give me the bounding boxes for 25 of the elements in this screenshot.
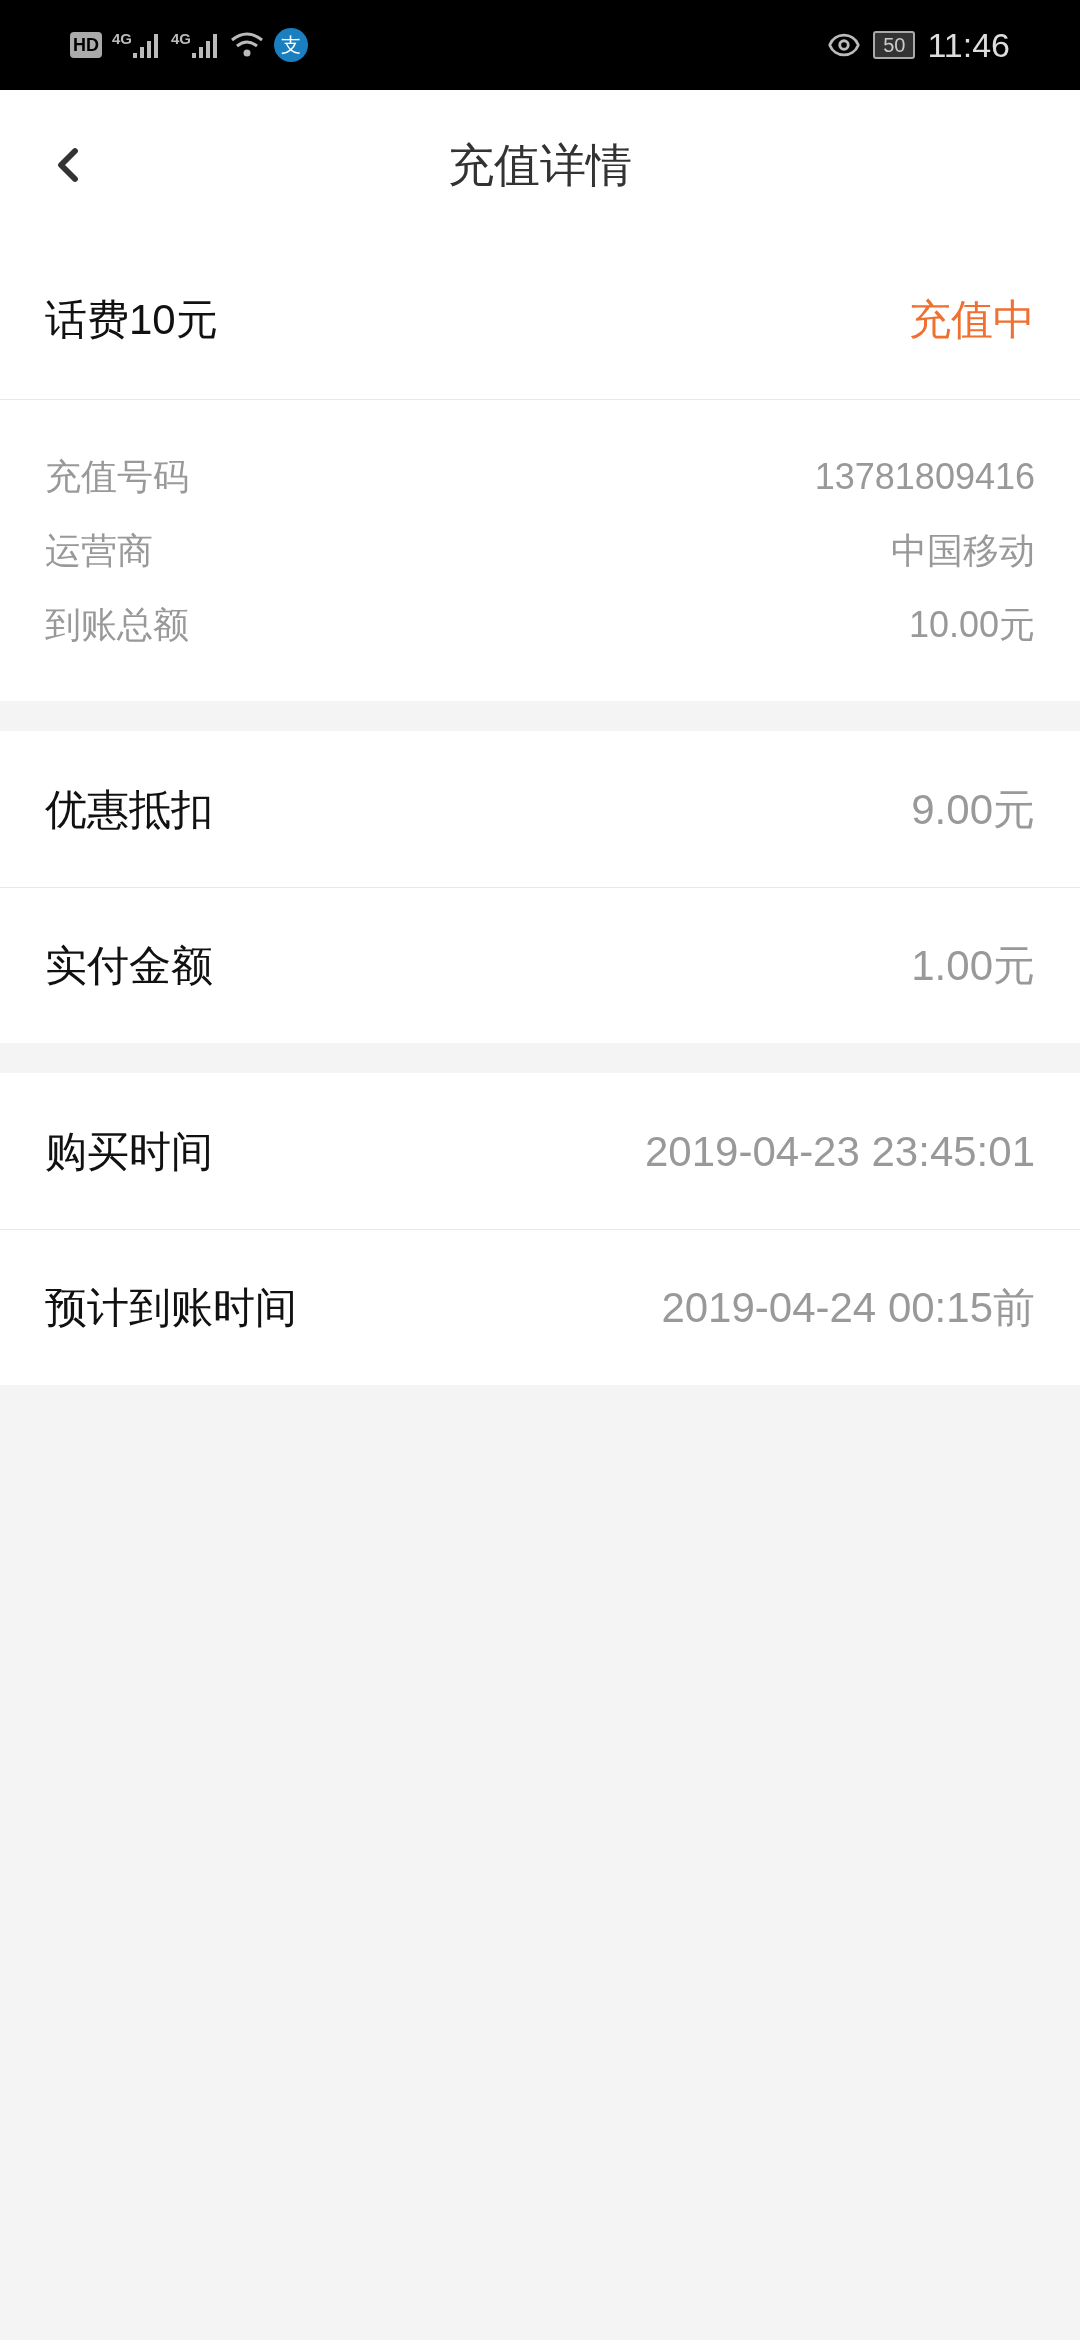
detail-label: 充值号码	[45, 454, 189, 499]
battery-indicator: 50	[873, 31, 916, 59]
detail-label: 运营商	[45, 528, 153, 573]
signal-icon	[133, 31, 161, 59]
row-value: 2019-04-23 23:45:01	[645, 1126, 1035, 1177]
wifi-icon	[230, 31, 265, 59]
app-badge: 支	[274, 28, 309, 62]
network-type: 4G	[171, 31, 192, 46]
page-title: 充值详情	[447, 137, 633, 193]
row-label: 购买时间	[45, 1126, 213, 1177]
row-label: 优惠抵扣	[45, 784, 213, 835]
row-value: 1.00元	[911, 941, 1035, 991]
row-value: 2019-04-24 00:15前	[661, 1283, 1035, 1333]
detail-value: 13781809416	[814, 454, 1035, 499]
detail-label: 到账总额	[45, 602, 189, 647]
hd-badge: HD	[70, 32, 102, 58]
product-name: 话费10元	[45, 295, 218, 345]
order-status: 充值中	[909, 295, 1035, 345]
clock: 11:46	[927, 24, 1010, 66]
row-label: 预计到账时间	[45, 1283, 297, 1333]
row-label: 实付金额	[45, 941, 213, 991]
network-type: 4G	[112, 31, 132, 46]
detail-value: 中国移动	[891, 528, 1035, 573]
row-value: 9.00元	[911, 784, 1035, 835]
detail-value: 10.00元	[908, 602, 1035, 647]
